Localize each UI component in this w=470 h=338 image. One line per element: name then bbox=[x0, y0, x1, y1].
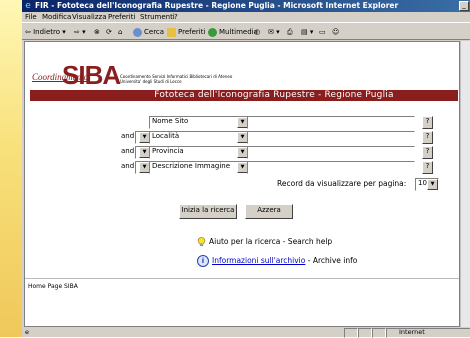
media-label: Multimedia bbox=[219, 28, 258, 36]
search-row-2: and ▼ Località ▼ ? bbox=[25, 131, 459, 144]
footer-divider bbox=[25, 278, 459, 279]
back-button[interactable]: ⇦ Indietro ▾ bbox=[25, 23, 66, 41]
siba-logo[interactable]: Coordinamento SIBA Coordinamento Servizi… bbox=[32, 60, 232, 90]
help-button-4[interactable]: ? bbox=[422, 161, 433, 174]
lightbulb-icon bbox=[197, 237, 206, 247]
favorites-icon bbox=[167, 27, 176, 37]
search-icon bbox=[133, 27, 142, 37]
field-select-4[interactable]: Descrizione Immagine ▼ bbox=[149, 161, 249, 174]
archive-info-line: i Informazioni sull'archivio - Archive in… bbox=[197, 255, 357, 267]
logo-subtitle: Coordinamento Servizi Informatici Biblio… bbox=[120, 74, 232, 84]
submit-search-button[interactable]: Inizia la ricerca bbox=[179, 204, 237, 219]
home-icon[interactable]: ⌂ bbox=[118, 23, 122, 41]
back-label: Indietro bbox=[33, 28, 61, 36]
favorites-label: Preferiti bbox=[178, 28, 206, 36]
forward-button[interactable]: ⇨ ▾ bbox=[74, 23, 86, 41]
edit-icon[interactable]: ▤ ▾ bbox=[301, 23, 313, 41]
search-help-text[interactable]: Aiuto per la ricerca - Search help bbox=[209, 237, 332, 246]
mail-icon[interactable]: ✉ ▾ bbox=[268, 23, 280, 41]
menu-file[interactable]: File bbox=[25, 12, 37, 22]
search-help-line: Aiuto per la ricerca - Search help bbox=[197, 236, 332, 248]
favorites-button[interactable]: Preferiti bbox=[167, 23, 205, 41]
chevron-down-icon: ▼ bbox=[427, 179, 438, 190]
menu-help[interactable]: ? bbox=[174, 12, 178, 22]
toolbar: ⇦ Indietro ▾ ⇨ ▾ ⊗ ⟳ ⌂ Cerca Preferiti M… bbox=[22, 22, 470, 40]
field-select-1[interactable]: Nome Sito ▼ bbox=[149, 116, 249, 129]
page-status-icon: e bbox=[25, 328, 29, 336]
stop-icon[interactable]: ⊗ bbox=[94, 23, 100, 41]
field-select-2-value: Località bbox=[152, 132, 180, 140]
field-select-4-value: Descrizione Immagine bbox=[152, 162, 231, 170]
archive-info-link[interactable]: Informazioni sull'archivio bbox=[212, 256, 305, 265]
print-icon[interactable]: ⎙ bbox=[287, 23, 293, 41]
help-button-1[interactable]: ? bbox=[422, 116, 433, 129]
info-icon: i bbox=[197, 255, 209, 267]
search-button[interactable]: Cerca bbox=[133, 23, 164, 41]
search-input-1[interactable] bbox=[247, 116, 415, 129]
reset-button[interactable]: Azzera bbox=[245, 204, 293, 219]
ie-icon: e bbox=[25, 1, 31, 11]
search-input-4[interactable] bbox=[247, 161, 415, 174]
history-icon[interactable]: ◴ bbox=[254, 23, 260, 41]
field-select-2[interactable]: Località ▼ bbox=[149, 131, 249, 144]
media-icon bbox=[208, 27, 217, 37]
archive-info-suffix: - Archive info bbox=[305, 256, 358, 265]
home-page-link[interactable]: Home Page SIBA bbox=[28, 283, 78, 290]
help-button-2[interactable]: ? bbox=[422, 131, 433, 144]
vertical-scrollbar[interactable] bbox=[460, 41, 470, 327]
zone-label: Internet bbox=[399, 328, 425, 336]
status-bar: e Internet bbox=[22, 327, 470, 338]
title-bar: FIR - Fototeca dell'Iconografia Rupestre… bbox=[22, 0, 470, 12]
minimize-button[interactable]: _ bbox=[459, 1, 469, 11]
search-row-1: Nome Sito ▼ ? bbox=[25, 116, 459, 129]
logo-siba: SIBA bbox=[62, 60, 121, 90]
desktop-strip bbox=[0, 0, 22, 337]
search-row-4: and ▼ Descrizione Immagine ▼ ? bbox=[25, 161, 459, 174]
search-input-3[interactable] bbox=[247, 146, 415, 159]
menu-visualizza[interactable]: Visualizza bbox=[72, 12, 106, 22]
search-row-3: and ▼ Provincia ▼ ? bbox=[25, 146, 459, 159]
menu-strumenti[interactable]: Strumenti bbox=[140, 12, 175, 22]
discuss-icon[interactable]: ▭ bbox=[319, 23, 326, 41]
help-button-3[interactable]: ? bbox=[422, 146, 433, 159]
menu-modifica[interactable]: Modifica bbox=[42, 12, 71, 22]
media-button[interactable]: Multimedia bbox=[208, 23, 258, 41]
records-label: Record da visualizzare per pagina: bbox=[277, 179, 407, 188]
menu-bar: File Modifica Visualizza Preferiti Strum… bbox=[22, 12, 470, 22]
search-label: Cerca bbox=[144, 28, 165, 36]
browser-window: FIR - Fototeca dell'Iconografia Rupestre… bbox=[22, 0, 470, 338]
menu-preferiti[interactable]: Preferiti bbox=[108, 12, 135, 22]
records-select[interactable]: 10 ▼ bbox=[415, 178, 439, 191]
page-viewport: Coordinamento SIBA Coordinamento Servizi… bbox=[24, 41, 460, 327]
field-select-1-value: Nome Sito bbox=[152, 117, 189, 125]
window-title: FIR - Fototeca dell'Iconografia Rupestre… bbox=[35, 1, 399, 10]
records-select-value: 10 bbox=[418, 179, 427, 187]
op-label-4: and bbox=[121, 162, 135, 170]
op-label-3: and bbox=[121, 147, 135, 155]
messenger-icon[interactable]: ☺ bbox=[332, 23, 339, 41]
search-input-2[interactable] bbox=[247, 131, 415, 144]
field-select-3[interactable]: Provincia ▼ bbox=[149, 146, 249, 159]
logo-subtitle-2: Universita' degli Studi di Lecce bbox=[120, 79, 182, 84]
op-label-2: and bbox=[121, 132, 135, 140]
page-banner: Fototeca dell'Iconografia Rupestre - Reg… bbox=[30, 90, 458, 101]
refresh-icon[interactable]: ⟳ bbox=[106, 23, 112, 41]
field-select-3-value: Provincia bbox=[152, 147, 184, 155]
